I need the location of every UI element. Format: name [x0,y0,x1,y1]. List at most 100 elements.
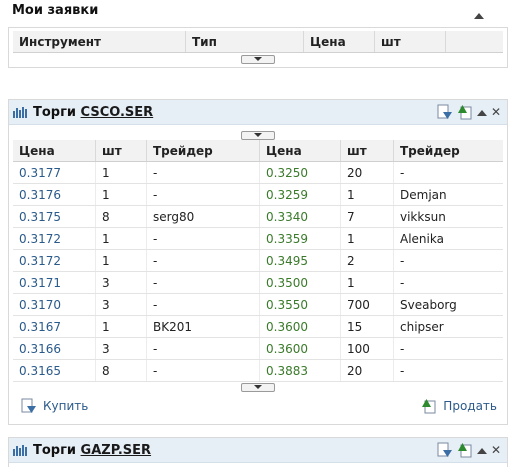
sell-trader-cell: Demjan [393,183,503,206]
sell-button[interactable]: Продать [421,398,497,414]
col-buy-trader[interactable]: Трейдер [146,140,260,162]
buy-price-cell: 0.3172 [13,227,96,250]
col-type[interactable]: Тип [185,31,304,53]
sell-trader-cell: Sveaborg [393,293,503,316]
buy-icon[interactable] [437,442,453,458]
sell-icon[interactable] [457,442,473,458]
table-row[interactable]: 0.3176 1-0.3259 1 Demjan [13,183,503,206]
buy-price-cell: 0.3171 [13,271,96,294]
sell-qty-cell: 2 [340,249,394,272]
buy-qty-cell: 3 [95,271,147,294]
col-instrument[interactable]: Инструмент [13,31,186,53]
buy-qty-cell: 1 [95,161,147,184]
buy-price-cell: 0.3177 [13,161,96,184]
trade-actions: Купить Продать [9,392,507,422]
buy-trader-cell: BK201 [146,315,260,338]
orders-panel-title: Мои заявки [12,3,99,18]
col-buy-price[interactable]: Цена [13,140,96,162]
sell-qty-cell: 15 [340,315,394,338]
title-prefix: Торги [33,443,77,458]
col-sell-price[interactable]: Цена [259,140,341,162]
sell-icon [422,399,436,414]
bars-chart-icon [13,107,27,118]
top-collapse-handle[interactable] [9,125,507,140]
sell-qty-cell: 1 [340,227,394,250]
sell-qty-cell: 20 [340,161,394,184]
col-price[interactable]: Цена [303,31,375,53]
table-row[interactable]: 0.3165 8-0.3883 20- [13,359,503,382]
buy-qty-cell: 1 [95,227,147,250]
collapse-up-icon[interactable] [476,443,487,457]
buy-price-cell: 0.3166 [13,337,96,360]
col-empty [445,31,503,53]
buy-qty-cell: 3 [95,337,147,360]
collapse-up-icon[interactable] [476,105,487,119]
col-qty[interactable]: шт [374,31,446,53]
sell-icon[interactable] [457,104,473,120]
table-row[interactable]: 0.3172 1-0.3359 1 Alenika [13,227,503,250]
table-row[interactable]: 0.3170 3-0.3550 700 Sveaborg [13,293,503,316]
header-icons: ✕ [437,104,501,120]
buy-trader-cell: - [146,293,260,316]
sell-trader-cell: - [393,161,503,184]
sell-price-cell: 0.3495 [259,249,341,272]
sell-qty-cell: 700 [340,293,394,316]
sell-trader-cell: - [393,249,503,272]
sell-trader-cell: Alenika [393,227,503,250]
col-sell-trader[interactable]: Трейдер [393,140,503,162]
buy-price-cell: 0.3175 [13,205,96,228]
sell-qty-cell: 7 [340,205,394,228]
orders-table: Инструмент Тип Цена шт [13,31,503,53]
table-row[interactable]: 0.3171 3-0.3500 1- [13,271,503,294]
buy-trader-cell: - [146,161,260,184]
buy-qty-cell: 8 [95,205,147,228]
buy-trader-cell: - [146,183,260,206]
sell-price-cell: 0.3250 [259,161,341,184]
expand-handle[interactable] [241,55,275,64]
bottom-collapse-handle[interactable] [241,383,275,392]
trades-panel-header: Торги CSCO.SER ✕ [9,100,507,125]
trades-panel-csco: Торги CSCO.SER ✕ Цена шт Трейдер Цена шт… [8,99,508,425]
sell-price-cell: 0.3359 [259,227,341,250]
sell-price-cell: 0.3259 [259,183,341,206]
order-book-body: 0.3177 1-0.3250 20-0.3176 1-0.3259 1 Demjan 0.… [13,161,503,382]
sell-trader-cell: - [393,359,503,382]
buy-price-cell: 0.3172 [13,249,96,272]
sell-label: Продать [443,399,497,413]
buy-qty-cell: 8 [95,359,147,382]
ticker-link[interactable]: CSCO.SER [81,105,154,120]
buy-qty-cell: 1 [95,183,147,206]
buy-price-cell: 0.3176 [13,183,96,206]
ticker-link[interactable]: GAZP.SER [81,443,152,458]
buy-label: Купить [43,399,89,413]
col-sell-qty[interactable]: шт [340,140,394,162]
orders-panel-header: Мои заявки [8,0,508,26]
title-prefix: Торги [33,105,77,120]
table-row[interactable]: 0.3177 1-0.3250 20- [13,161,503,184]
close-icon[interactable]: ✕ [491,444,501,456]
col-buy-qty[interactable]: шт [95,140,147,162]
sell-price-cell: 0.3340 [259,205,341,228]
sell-price-cell: 0.3550 [259,293,341,316]
table-row[interactable]: 0.3166 3-0.3600 100- [13,337,503,360]
buy-button[interactable]: Купить [21,398,88,414]
table-row[interactable]: 0.3167 1 BK201 0.3600 15 chipser [13,315,503,338]
buy-price-cell: 0.3170 [13,293,96,316]
trades-panel-2-header: Торги GAZP.SER ✕ [9,438,507,463]
buy-trader-cell: serg80 [146,205,260,228]
buy-trader-cell: - [146,249,260,272]
table-row[interactable]: 0.3175 8 serg80 0.3340 7 vikksun [13,205,503,228]
buy-trader-cell: - [146,227,260,250]
table-row[interactable]: 0.3172 1-0.3495 2- [13,249,503,272]
sell-qty-cell: 1 [340,183,394,206]
close-icon[interactable]: ✕ [491,106,501,118]
sell-trader-cell: vikksun [393,205,503,228]
trades-panel-gazp: Торги GAZP.SER ✕ [8,437,508,467]
buy-trader-cell: - [146,271,260,294]
sell-trader-cell: - [393,271,503,294]
buy-qty-cell: 1 [95,249,147,272]
orders-table-box: Инструмент Тип Цена шт [8,27,508,68]
buy-icon[interactable] [437,104,453,120]
collapse-up-icon[interactable] [474,8,484,22]
buy-qty-cell: 3 [95,293,147,316]
